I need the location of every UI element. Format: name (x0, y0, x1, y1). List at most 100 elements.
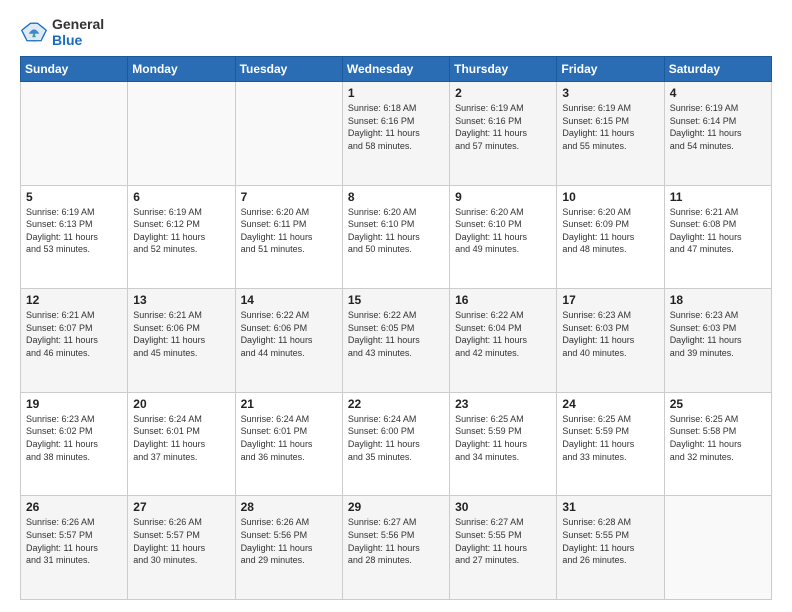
day-info: Sunrise: 6:23 AM Sunset: 6:03 PM Dayligh… (670, 309, 766, 359)
calendar-cell: 17Sunrise: 6:23 AM Sunset: 6:03 PM Dayli… (557, 289, 664, 393)
calendar-cell (235, 82, 342, 186)
calendar-cell: 22 Sunrise: 6:24 AM Sunset: 6:00 PM Dayli… (342, 392, 449, 496)
calendar-cell: 31 Sunrise: 6:28 AM Sunset: 5:55 PM Dayli… (557, 496, 664, 600)
day-number: 14 (241, 293, 337, 307)
calendar-cell: 6Sunrise: 6:19 AM Sunset: 6:12 PM Daylig… (128, 185, 235, 289)
logo-icon (20, 18, 48, 46)
day-info: Sunrise: 6:20 AM Sunset: 6:10 PM Dayligh… (348, 206, 444, 256)
week-row-5: 26 Sunrise: 6:26 AM Sunset: 5:57 PM Dayli… (21, 496, 772, 600)
day-number: 21 (241, 397, 337, 411)
day-number: 1 (348, 86, 444, 100)
day-number: 11 (670, 190, 766, 204)
calendar-cell (128, 82, 235, 186)
calendar-cell: 19Sunrise: 6:23 AM Sunset: 6:02 PM Dayli… (21, 392, 128, 496)
day-info: Sunrise: 6:23 AM Sunset: 6:03 PM Dayligh… (562, 309, 658, 359)
calendar-cell: 27 Sunrise: 6:26 AM Sunset: 5:57 PM Dayli… (128, 496, 235, 600)
day-number: 16 (455, 293, 551, 307)
week-row-3: 12Sunrise: 6:21 AM Sunset: 6:07 PM Dayli… (21, 289, 772, 393)
day-info: Sunrise: 6:25 AM Sunset: 5:59 PM Dayligh… (455, 413, 551, 463)
day-info: Sunrise: 6:26 AM Sunset: 5:57 PM Dayligh… (133, 516, 229, 566)
day-info: Sunrise: 6:19 AM Sunset: 6:16 PM Dayligh… (455, 102, 551, 152)
week-row-2: 5 Sunrise: 6:19 AM Sunset: 6:13 PM Daylig… (21, 185, 772, 289)
day-number: 23 (455, 397, 551, 411)
calendar-cell: 11 Sunrise: 6:21 AM Sunset: 6:08 PM Dayli… (664, 185, 771, 289)
weekday-wednesday: Wednesday (342, 57, 449, 82)
day-info: Sunrise: 6:22 AM Sunset: 6:05 PM Dayligh… (348, 309, 444, 359)
day-info: Sunrise: 6:20 AM Sunset: 6:09 PM Dayligh… (562, 206, 658, 256)
calendar-cell: 12Sunrise: 6:21 AM Sunset: 6:07 PM Dayli… (21, 289, 128, 393)
calendar-cell: 29 Sunrise: 6:27 AM Sunset: 5:56 PM Dayli… (342, 496, 449, 600)
calendar-cell: 3 Sunrise: 6:19 AM Sunset: 6:15 PM Daylig… (557, 82, 664, 186)
day-info: Sunrise: 6:19 AM Sunset: 6:14 PM Dayligh… (670, 102, 766, 152)
day-info: Sunrise: 6:20 AM Sunset: 6:11 PM Dayligh… (241, 206, 337, 256)
calendar-cell: 5 Sunrise: 6:19 AM Sunset: 6:13 PM Daylig… (21, 185, 128, 289)
day-number: 9 (455, 190, 551, 204)
week-row-4: 19Sunrise: 6:23 AM Sunset: 6:02 PM Dayli… (21, 392, 772, 496)
day-number: 18 (670, 293, 766, 307)
day-number: 8 (348, 190, 444, 204)
day-info: Sunrise: 6:25 AM Sunset: 5:59 PM Dayligh… (562, 413, 658, 463)
day-number: 25 (670, 397, 766, 411)
day-info: Sunrise: 6:19 AM Sunset: 6:15 PM Dayligh… (562, 102, 658, 152)
day-number: 29 (348, 500, 444, 514)
day-info: Sunrise: 6:19 AM Sunset: 6:13 PM Dayligh… (26, 206, 122, 256)
day-info: Sunrise: 6:27 AM Sunset: 5:55 PM Dayligh… (455, 516, 551, 566)
calendar-table: SundayMondayTuesdayWednesdayThursdayFrid… (20, 56, 772, 600)
day-info: Sunrise: 6:25 AM Sunset: 5:58 PM Dayligh… (670, 413, 766, 463)
calendar-page: General Blue SundayMondayTuesdayWednesda… (0, 0, 792, 612)
day-info: Sunrise: 6:27 AM Sunset: 5:56 PM Dayligh… (348, 516, 444, 566)
day-number: 3 (562, 86, 658, 100)
day-info: Sunrise: 6:26 AM Sunset: 5:56 PM Dayligh… (241, 516, 337, 566)
day-number: 31 (562, 500, 658, 514)
weekday-header: SundayMondayTuesdayWednesdayThursdayFrid… (21, 57, 772, 82)
calendar-cell (664, 496, 771, 600)
week-row-1: 1 Sunrise: 6:18 AM Sunset: 6:16 PM Daylig… (21, 82, 772, 186)
calendar-cell: 7Sunrise: 6:20 AM Sunset: 6:11 PM Daylig… (235, 185, 342, 289)
calendar-cell: 18 Sunrise: 6:23 AM Sunset: 6:03 PM Dayli… (664, 289, 771, 393)
header: General Blue (20, 16, 772, 48)
day-info: Sunrise: 6:24 AM Sunset: 6:01 PM Dayligh… (133, 413, 229, 463)
day-info: Sunrise: 6:21 AM Sunset: 6:08 PM Dayligh… (670, 206, 766, 256)
day-info: Sunrise: 6:20 AM Sunset: 6:10 PM Dayligh… (455, 206, 551, 256)
calendar-cell: 30 Sunrise: 6:27 AM Sunset: 5:55 PM Dayli… (450, 496, 557, 600)
day-info: Sunrise: 6:24 AM Sunset: 6:01 PM Dayligh… (241, 413, 337, 463)
day-number: 30 (455, 500, 551, 514)
calendar-cell: 23 Sunrise: 6:25 AM Sunset: 5:59 PM Dayli… (450, 392, 557, 496)
calendar-body: 1 Sunrise: 6:18 AM Sunset: 6:16 PM Daylig… (21, 82, 772, 600)
calendar-cell: 20 Sunrise: 6:24 AM Sunset: 6:01 PM Dayli… (128, 392, 235, 496)
day-number: 28 (241, 500, 337, 514)
calendar-cell: 15Sunrise: 6:22 AM Sunset: 6:05 PM Dayli… (342, 289, 449, 393)
weekday-tuesday: Tuesday (235, 57, 342, 82)
calendar-cell: 24 Sunrise: 6:25 AM Sunset: 5:59 PM Dayli… (557, 392, 664, 496)
calendar-cell: 1 Sunrise: 6:18 AM Sunset: 6:16 PM Daylig… (342, 82, 449, 186)
day-number: 26 (26, 500, 122, 514)
calendar-cell: 14Sunrise: 6:22 AM Sunset: 6:06 PM Dayli… (235, 289, 342, 393)
calendar-cell: 13Sunrise: 6:21 AM Sunset: 6:06 PM Dayli… (128, 289, 235, 393)
weekday-sunday: Sunday (21, 57, 128, 82)
day-info: Sunrise: 6:26 AM Sunset: 5:57 PM Dayligh… (26, 516, 122, 566)
day-number: 20 (133, 397, 229, 411)
weekday-thursday: Thursday (450, 57, 557, 82)
day-info: Sunrise: 6:28 AM Sunset: 5:55 PM Dayligh… (562, 516, 658, 566)
calendar-cell: 28 Sunrise: 6:26 AM Sunset: 5:56 PM Dayli… (235, 496, 342, 600)
calendar-cell: 8 Sunrise: 6:20 AM Sunset: 6:10 PM Daylig… (342, 185, 449, 289)
day-info: Sunrise: 6:19 AM Sunset: 6:12 PM Dayligh… (133, 206, 229, 256)
calendar-cell: 9 Sunrise: 6:20 AM Sunset: 6:10 PM Daylig… (450, 185, 557, 289)
day-info: Sunrise: 6:18 AM Sunset: 6:16 PM Dayligh… (348, 102, 444, 152)
weekday-monday: Monday (128, 57, 235, 82)
day-number: 2 (455, 86, 551, 100)
calendar-cell: 21 Sunrise: 6:24 AM Sunset: 6:01 PM Dayli… (235, 392, 342, 496)
day-number: 27 (133, 500, 229, 514)
calendar-cell: 26 Sunrise: 6:26 AM Sunset: 5:57 PM Dayli… (21, 496, 128, 600)
day-number: 22 (348, 397, 444, 411)
day-number: 24 (562, 397, 658, 411)
day-number: 10 (562, 190, 658, 204)
logo-text: General Blue (52, 16, 104, 48)
weekday-saturday: Saturday (664, 57, 771, 82)
calendar-cell: 10 Sunrise: 6:20 AM Sunset: 6:09 PM Dayli… (557, 185, 664, 289)
day-number: 5 (26, 190, 122, 204)
day-info: Sunrise: 6:22 AM Sunset: 6:04 PM Dayligh… (455, 309, 551, 359)
day-info: Sunrise: 6:23 AM Sunset: 6:02 PM Dayligh… (26, 413, 122, 463)
day-number: 13 (133, 293, 229, 307)
day-info: Sunrise: 6:24 AM Sunset: 6:00 PM Dayligh… (348, 413, 444, 463)
